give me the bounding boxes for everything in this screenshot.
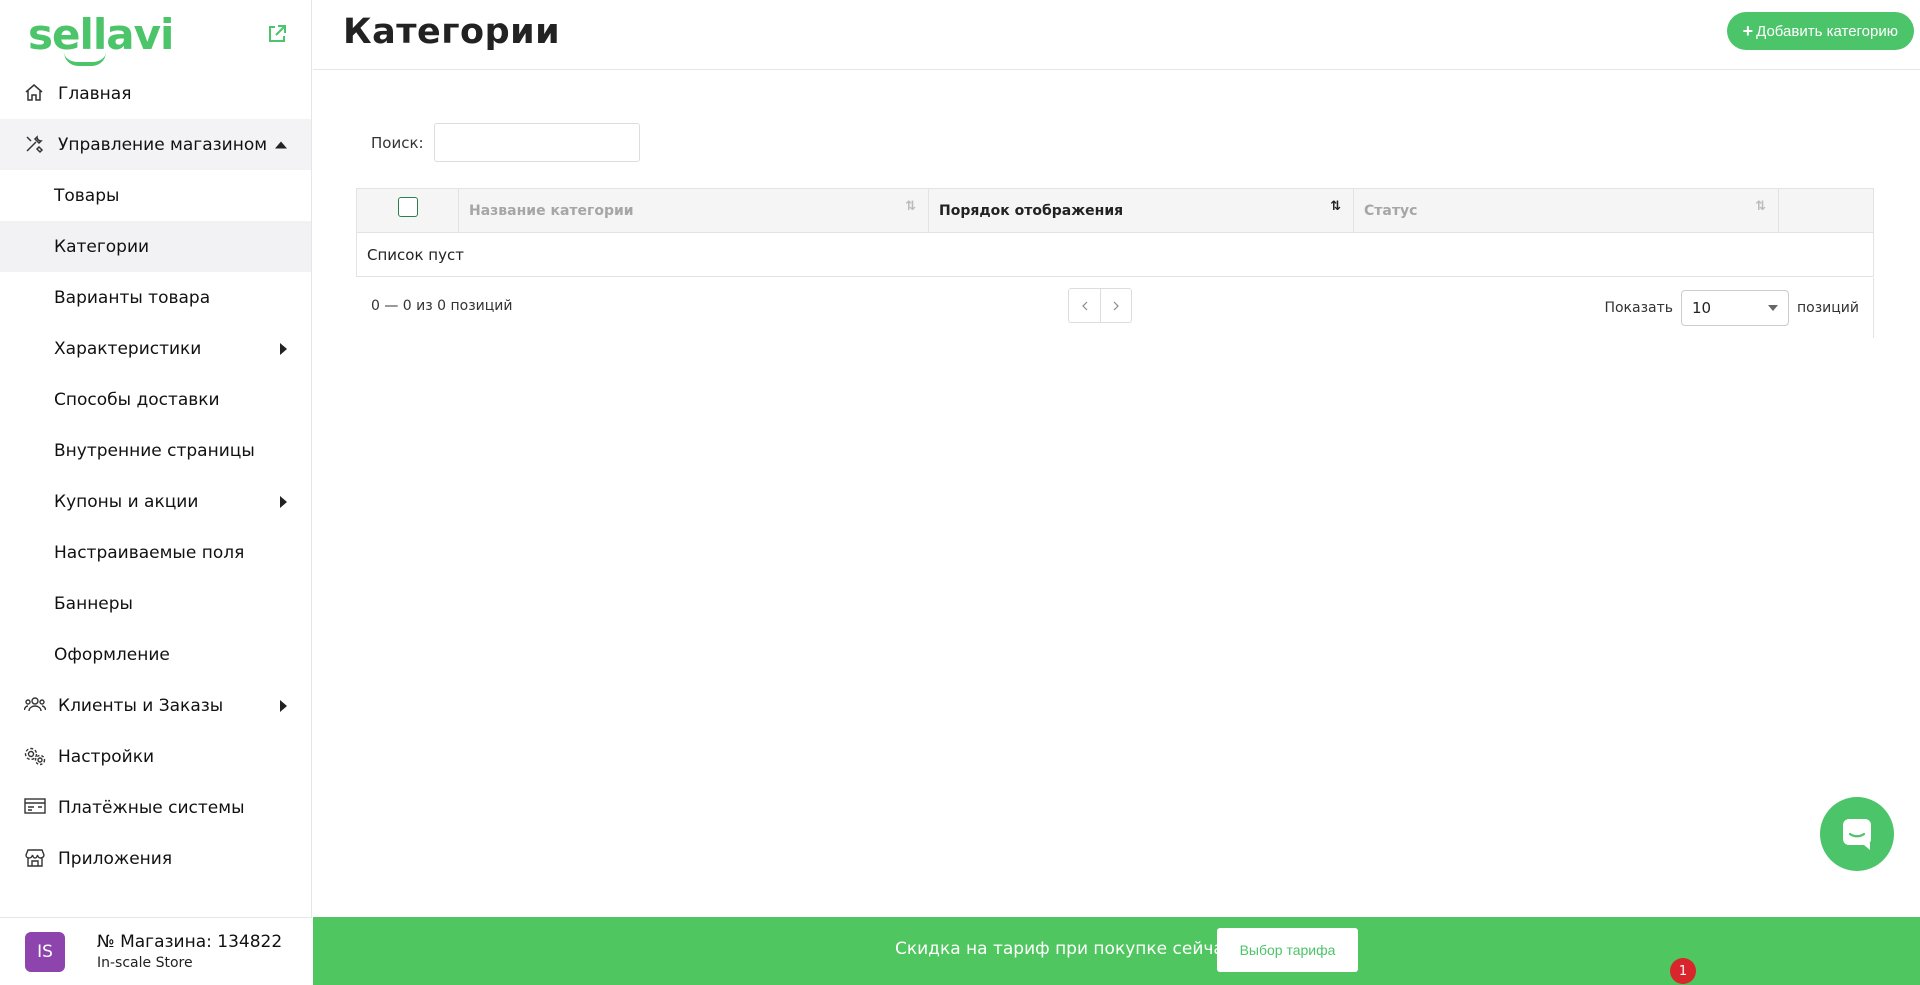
table-footer: 0 — 0 из 0 позиций Показать 10 позиций — [356, 278, 1874, 338]
sidebar-item-settings[interactable]: Настройки — [0, 731, 311, 782]
sidebar-item-design[interactable]: Оформление — [0, 629, 311, 680]
table-header: Название категории ⇅ Порядок отображения… — [356, 188, 1874, 233]
store-number: № Магазина: 134822 — [97, 932, 283, 952]
add-category-button[interactable]: + Добавить категорию — [1726, 12, 1914, 50]
chevron-up-icon — [275, 141, 287, 148]
categories-table: Название категории ⇅ Порядок отображения… — [356, 188, 1874, 277]
notification-badge[interactable]: 1 — [1670, 958, 1696, 984]
next-page-button[interactable] — [1100, 289, 1131, 322]
tools-icon — [24, 134, 46, 156]
sidebar-item-label: Баннеры — [54, 593, 133, 614]
sidebar-item-variants[interactable]: Варианты товара — [0, 272, 311, 323]
chevron-left-icon — [1081, 301, 1087, 310]
table-empty-row: Список пуст — [356, 233, 1874, 277]
sidebar-item-coupons[interactable]: Купоны и акции — [0, 476, 311, 527]
empty-text: Список пуст — [367, 245, 464, 264]
chat-icon — [1843, 819, 1871, 850]
sidebar-item-label: Варианты товара — [54, 287, 211, 308]
column-actions — [1779, 189, 1873, 232]
sort-desc-icon: ⇅ — [1330, 199, 1341, 214]
main-content: Поиск: Название категории ⇅ Порядок отоб… — [313, 71, 1920, 917]
sidebar: sellavi Главная Управление магазином Тов… — [0, 0, 312, 985]
sidebar-item-payments[interactable]: Платёжные системы — [0, 782, 311, 833]
column-display-order[interactable]: Порядок отображения ⇅ — [929, 189, 1354, 232]
sidebar-item-pages[interactable]: Внутренние страницы — [0, 425, 311, 476]
users-icon — [24, 695, 46, 717]
pagination — [1068, 288, 1132, 323]
sidebar-item-banners[interactable]: Баннеры — [0, 578, 311, 629]
store-icon — [24, 848, 46, 870]
sidebar-item-clients-orders[interactable]: Клиенты и Заказы — [0, 680, 311, 731]
page-title: Категории — [343, 12, 561, 52]
sidebar-item-label: Категории — [54, 236, 150, 257]
home-icon — [24, 83, 46, 105]
sort-icon: ⇅ — [1755, 199, 1766, 214]
sidebar-item-label: Главная — [58, 83, 132, 104]
column-category-name[interactable]: Название категории ⇅ — [459, 189, 929, 232]
sidebar-item-label: Клиенты и Заказы — [58, 695, 224, 716]
sidebar-nav: Главная Управление магазином Товары Кате… — [0, 68, 311, 884]
sidebar-item-categories[interactable]: Категории — [0, 221, 311, 272]
sidebar-item-label: Характеристики — [54, 338, 202, 359]
external-link-icon[interactable] — [267, 24, 287, 44]
sidebar-item-label: Управление магазином — [58, 134, 268, 155]
column-label: Статус — [1364, 202, 1418, 219]
chevron-right-icon — [1113, 301, 1119, 310]
payment-icon — [24, 797, 46, 819]
avatar: IS — [25, 931, 65, 972]
sidebar-item-custom-fields[interactable]: Настраиваемые поля — [0, 527, 311, 578]
items-label: позиций — [1797, 300, 1859, 316]
select-all-checkbox[interactable] — [397, 196, 418, 217]
search-input[interactable] — [433, 123, 640, 162]
prev-page-button[interactable] — [1069, 289, 1100, 322]
promo-text: Скидка на тариф при покупке сейчас — [895, 939, 1234, 959]
logo-row: sellavi — [0, 0, 311, 68]
store-info[interactable]: IS № Магазина: 134822 In-scale Store — [0, 917, 312, 985]
sidebar-item-label: Приложения — [58, 848, 173, 869]
settings-icon — [24, 746, 46, 768]
search-label: Поиск: — [371, 133, 424, 152]
store-name: In-scale Store — [97, 955, 193, 971]
page-size-control: Показать 10 позиций — [1604, 290, 1859, 326]
sidebar-item-label: Внутренние страницы — [54, 440, 255, 461]
page-size-select[interactable]: 10 — [1681, 290, 1789, 326]
dropdown-arrow-icon — [1768, 305, 1778, 311]
column-label: Порядок отображения — [939, 202, 1124, 219]
chat-widget-button[interactable] — [1820, 797, 1894, 871]
select-all-cell — [357, 189, 459, 232]
chevron-right-icon — [280, 495, 287, 508]
chevron-right-icon — [280, 342, 287, 355]
page-header: Категории + Добавить категорию — [313, 0, 1920, 70]
sidebar-item-label: Настройки — [58, 746, 155, 767]
sidebar-item-label: Настраиваемые поля — [54, 542, 245, 563]
sidebar-item-apps[interactable]: Приложения — [0, 833, 311, 884]
show-label: Показать — [1604, 300, 1673, 316]
chevron-right-icon — [280, 699, 287, 712]
sidebar-item-label: Купоны и акции — [54, 491, 199, 512]
sidebar-item-label: Платёжные системы — [58, 797, 245, 818]
choose-plan-button[interactable]: Выбор тарифа — [1217, 928, 1358, 972]
sidebar-item-characteristics[interactable]: Характеристики — [0, 323, 311, 374]
sidebar-item-home[interactable]: Главная — [0, 68, 311, 119]
column-label: Название категории — [469, 202, 634, 219]
sidebar-item-label: Оформление — [54, 644, 170, 665]
page-size-value: 10 — [1692, 299, 1712, 317]
sort-icon: ⇅ — [905, 199, 916, 214]
sellavi-logo[interactable]: sellavi — [28, 10, 174, 66]
plus-icon: + — [1742, 20, 1754, 41]
sidebar-item-products[interactable]: Товары — [0, 170, 311, 221]
pagination-info: 0 — 0 из 0 позиций — [371, 298, 513, 314]
sidebar-item-store-management[interactable]: Управление магазином — [0, 119, 311, 170]
column-status[interactable]: Статус ⇅ — [1354, 189, 1779, 232]
sidebar-item-delivery[interactable]: Способы доставки — [0, 374, 311, 425]
sidebar-item-label: Способы доставки — [54, 389, 220, 410]
search-row: Поиск: — [371, 123, 640, 162]
add-category-label: Добавить категорию — [1756, 22, 1898, 40]
sidebar-item-label: Товары — [54, 185, 120, 206]
